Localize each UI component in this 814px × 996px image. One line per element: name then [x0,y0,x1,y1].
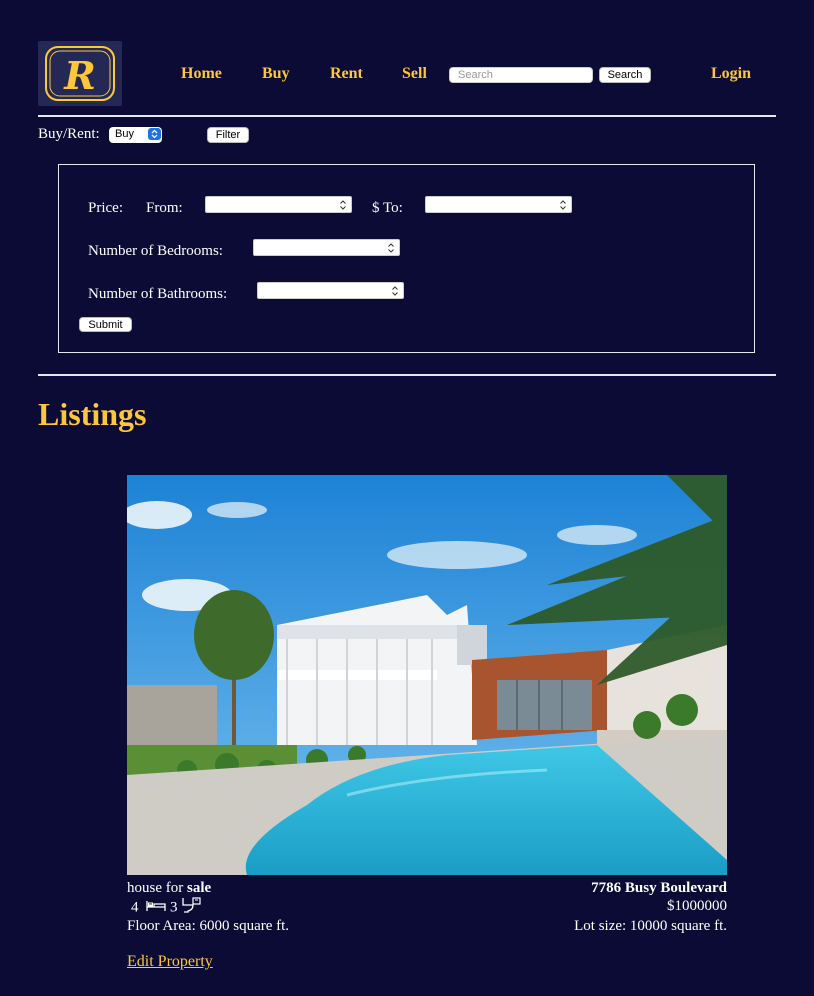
buy-rent-label: Buy/Rent: [38,126,100,142]
bed-icon [146,898,166,918]
listing-rooms: 4 3 [131,897,201,919]
spinner-icon[interactable] [387,242,395,254]
filter-button[interactable]: Filter [207,127,249,143]
listing-photo[interactable] [127,475,727,875]
price-from-input[interactable] [205,196,352,213]
listing-price: $1000000 [667,898,727,914]
section-divider [38,374,776,376]
price-to-input[interactable] [425,196,572,213]
logo[interactable]: R [38,41,122,106]
buy-rent-value: Buy [115,128,134,140]
lot-size: Lot size: 10000 square ft. [574,918,727,934]
floor-area: Floor Area: 6000 square ft. [127,918,290,934]
price-to-label: $ To: [372,200,403,216]
nav-buy[interactable]: Buy [262,65,290,83]
nav-home[interactable]: Home [181,65,222,83]
logo-letter: R [63,53,96,98]
bathrooms-label: Number of Bathrooms: [88,286,228,302]
bedrooms-label: Number of Bedrooms: [88,243,223,259]
logo-emblem: R [45,46,115,101]
bedroom-count: 4 [131,899,139,916]
spinner-icon[interactable] [559,199,567,211]
house-pool-image [127,475,727,875]
submit-button[interactable]: Submit [79,317,132,332]
listings-heading: Listings [38,396,147,432]
nav-login[interactable]: Login [711,65,751,83]
price-from-label: From: [146,200,183,216]
buy-rent-select[interactable]: Buy [109,127,162,143]
listing-address: 7786 Busy Boulevard [591,880,727,896]
nav-sell[interactable]: Sell [402,65,427,83]
bathroom-count: 3 [170,899,178,916]
nav-rent[interactable]: Rent [330,65,363,83]
bedrooms-input[interactable] [253,239,400,256]
spinner-icon[interactable] [391,285,399,297]
search-input[interactable] [449,67,593,83]
listing-type-prefix: house for [127,880,187,896]
bathrooms-input[interactable] [257,282,404,299]
listing-status: sale [187,880,212,896]
chevron-updown-icon [148,128,161,140]
toilet-icon [181,897,201,919]
search-button[interactable]: Search [599,67,651,83]
spinner-icon[interactable] [339,199,347,211]
listing-type: house for sale [127,879,211,898]
listing-address-wrap: 7786 Busy Boulevard [427,879,727,898]
header-divider [38,115,776,117]
edit-property-link[interactable]: Edit Property [127,953,213,971]
price-label: Price: [88,200,123,216]
